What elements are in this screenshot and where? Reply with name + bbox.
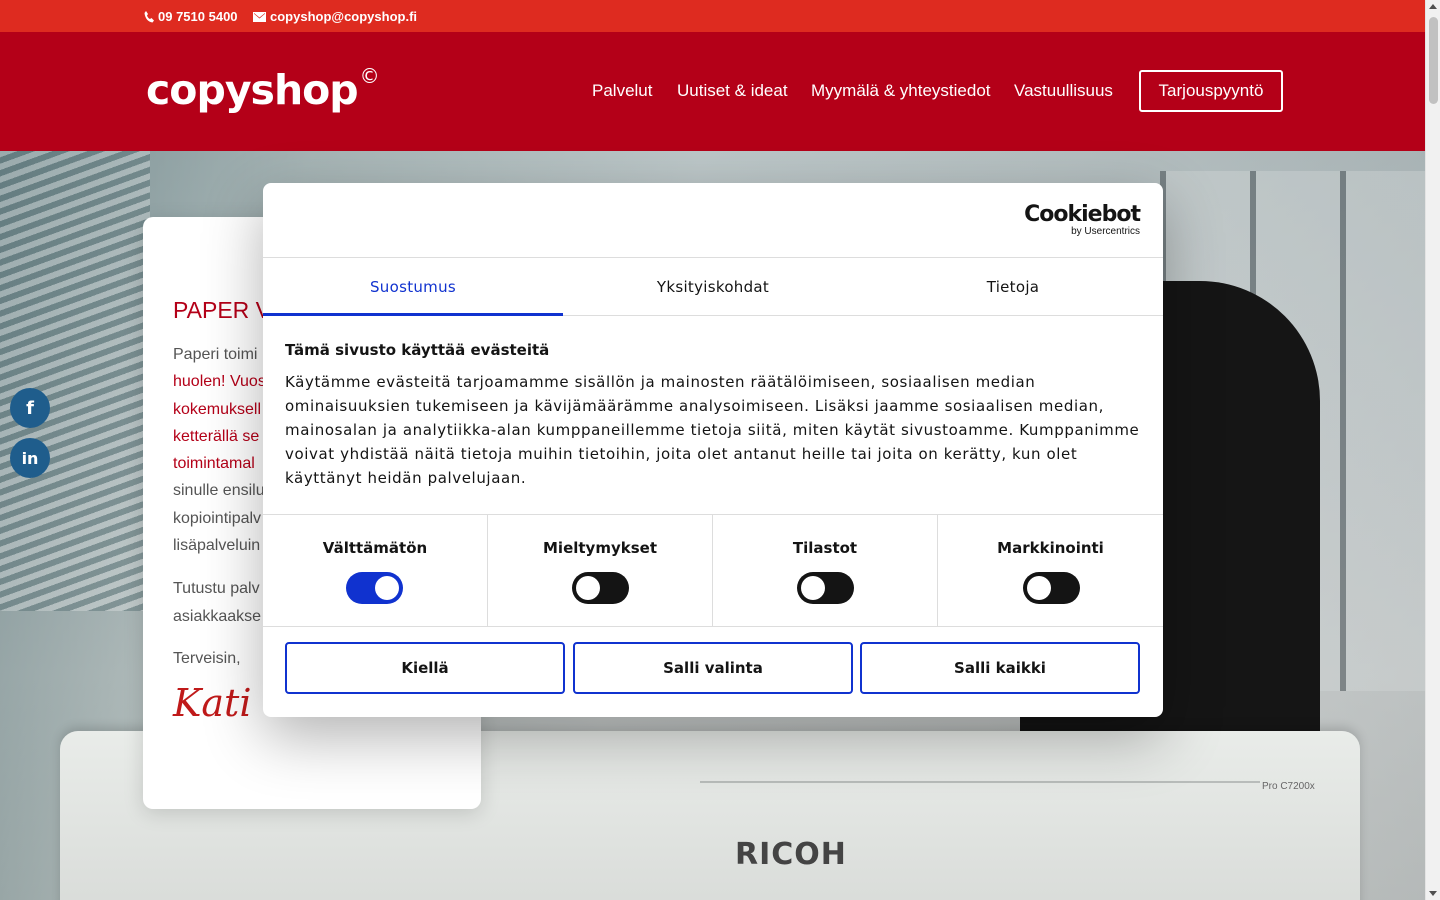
toggle-knob [375,576,399,600]
site-header: copyshop © Palvelut Uutiset & ideat Myymä… [0,32,1425,151]
marketing-toggle[interactable] [1023,572,1080,604]
facebook-icon: f [26,397,34,419]
nav-item-uutiset[interactable]: Uutiset & ideat [677,81,788,101]
consent-marketing: Markkinointi [938,515,1163,626]
dialog-body: Tämä sivusto käyttää evästeitä Käytämme … [285,341,1141,490]
toggle-knob [1027,576,1051,600]
quote-request-button[interactable]: Tarjouspyyntö [1139,70,1283,112]
phone-number: 09 7510 5400 [158,9,238,24]
top-contact-bar: 09 7510 5400 copyshop@copyshop.fi [0,0,1425,32]
dialog-text-line: Käytämme evästeitä tarjoamamme sisällön … [285,373,1036,391]
consent-label: Välttämätön [322,539,428,557]
tab-yksityiskohdat[interactable]: Yksityiskohdat [563,258,863,315]
consent-categories: Välttämätön Mieltymykset Tilastot Markki… [263,514,1163,627]
site-logo[interactable]: copyshop © [146,64,380,114]
cookiebot-brand: Cookiebot [1024,202,1141,227]
toggle-knob [801,576,825,600]
card-greeting: Terveisin, [173,650,241,667]
dialog-text-line: voivat yhdistää näitä tietoja muihin tie… [285,445,1078,463]
scroll-up-arrow-icon[interactable] [1429,4,1437,9]
page-scrollbar[interactable] [1425,0,1440,900]
dialog-heading: Tämä sivusto käyttää evästeitä [285,341,550,359]
window-blinds [0,151,150,611]
scroll-thumb[interactable] [1429,17,1438,104]
card-paragraph-2: Tutustu palv asiakkaakse [173,575,261,631]
cookiebot-logo[interactable]: Cookiebot by Usercentrics [1024,202,1141,237]
phone-icon [144,10,154,22]
dialog-tabs: Suostumus Yksityiskohdat Tietoja [263,258,1163,316]
envelope-icon [253,11,266,22]
printer-panel-line [700,781,1260,783]
linkedin-icon: in [21,448,39,468]
nav-item-palvelut[interactable]: Palvelut [592,81,652,101]
statistics-toggle[interactable] [797,572,854,604]
printer-brand: RICOH [735,837,847,872]
email-link[interactable]: copyshop@copyshop.fi [253,9,417,24]
dialog-text-line: käyttänyt heidän palvelujaan. [285,469,527,487]
dialog-text-line: ominaisuuksien tukemiseen ja kävijämäärä… [285,397,1104,415]
toggle-knob [576,576,600,600]
cookiebot-sub: by Usercentrics [1071,226,1140,237]
scroll-down-arrow-icon[interactable] [1429,891,1437,896]
facebook-share-button[interactable]: f [10,388,50,428]
card-line: Tutustu palv [173,580,260,597]
consent-statistics: Tilastot [713,515,938,626]
preferences-toggle[interactable] [572,572,629,604]
allow-selection-button[interactable]: Salli valinta [573,642,853,694]
necessary-toggle[interactable] [346,572,403,604]
printer-model: Pro C7200x [1262,781,1315,792]
dialog-header: Cookiebot by Usercentrics [263,183,1163,258]
email-address: copyshop@copyshop.fi [270,9,418,24]
card-line: asiakkaakse [173,608,262,625]
logo-mark: © [359,64,380,89]
phone-link[interactable]: 09 7510 5400 [144,9,238,24]
consent-label: Markkinointi [997,539,1104,557]
deny-button[interactable]: Kiellä [285,642,565,694]
nav-item-myymala[interactable]: Myymälä & yhteystiedot [811,81,991,101]
consent-preferences: Mieltymykset [488,515,713,626]
consent-label: Tilastot [792,539,858,557]
linkedin-share-button[interactable]: in [10,438,50,478]
cookie-consent-dialog: Cookiebot by Usercentrics Suostumus Yksi… [263,183,1163,717]
dialog-text: Käytämme evästeitä tarjoamamme sisällön … [285,370,1141,490]
dialog-text-line: mainosalan ja analytiikka-alan kumppanei… [285,421,1140,439]
nav-item-vastuullisuus[interactable]: Vastuullisuus [1014,81,1113,101]
logo-text: copyshop [146,66,359,114]
tab-suostumus[interactable]: Suostumus [263,258,563,316]
consent-label: Mieltymykset [543,539,657,557]
card-signature: Kati [173,681,252,725]
consent-necessary: Välttämätön [263,515,488,626]
card-title: PAPER V [173,297,271,323]
tab-tietoja[interactable]: Tietoja [863,258,1163,315]
allow-all-button[interactable]: Salli kaikki [860,642,1140,694]
